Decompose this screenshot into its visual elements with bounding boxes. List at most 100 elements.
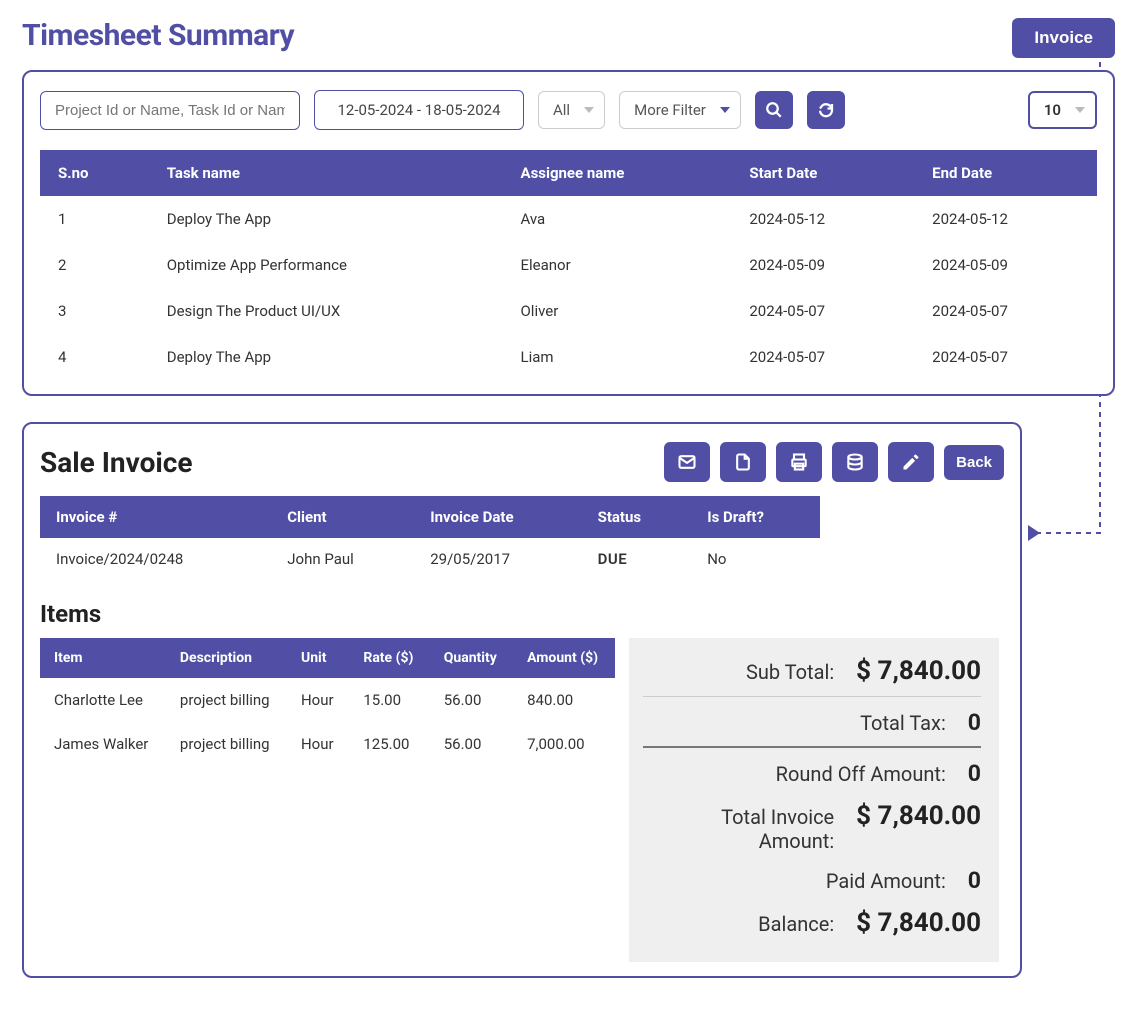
- cell-amount: 7,000.00: [513, 722, 615, 766]
- subtotal-value: $ 7,840.00: [856, 656, 981, 686]
- tax-label: Total Tax:: [643, 711, 968, 735]
- mail-icon: [677, 452, 697, 472]
- table-row[interactable]: 2Optimize App PerformanceEleanor2024-05-…: [40, 242, 1097, 288]
- invoice-draft: No: [691, 538, 820, 580]
- cell-assignee: Oliver: [502, 288, 731, 334]
- tax-value: 0: [968, 709, 981, 736]
- total-label: Total Invoice Amount:: [643, 805, 856, 853]
- cell-amount: 840.00: [513, 678, 615, 722]
- page-size-value: 10: [1044, 101, 1061, 119]
- invoice-client: John Paul: [271, 538, 414, 580]
- col-invoice-date: Invoice Date: [414, 496, 581, 538]
- cell-start: 2024-05-12: [731, 196, 914, 242]
- cell-task: Design The Product UI/UX: [149, 288, 503, 334]
- cell-task: Deploy The App: [149, 334, 503, 380]
- col-unit: Unit: [287, 638, 349, 678]
- payments-button[interactable]: [832, 442, 878, 482]
- chevron-down-icon: [1075, 107, 1085, 113]
- col-end: End Date: [914, 150, 1097, 196]
- invoice-title: Sale Invoice: [40, 446, 193, 479]
- file-button[interactable]: [720, 442, 766, 482]
- cell-end: 2024-05-07: [914, 334, 1097, 380]
- item-row: Charlotte Leeproject billingHour15.0056.…: [40, 678, 615, 722]
- chevron-down-icon: [720, 107, 730, 113]
- table-row[interactable]: 1Deploy The AppAva2024-05-122024-05-12: [40, 196, 1097, 242]
- cell-rate: 15.00: [349, 678, 429, 722]
- cell-task: Deploy The App: [149, 196, 503, 242]
- project-task-input[interactable]: [40, 91, 300, 130]
- items-title: Items: [40, 600, 1004, 628]
- total-value: $ 7,840.00: [856, 801, 981, 831]
- more-filter-select[interactable]: More Filter: [619, 91, 741, 129]
- paid-label: Paid Amount:: [643, 869, 968, 893]
- cell-task: Optimize App Performance: [149, 242, 503, 288]
- subtotal-label: Sub Total:: [643, 660, 856, 684]
- cell-end: 2024-05-12: [914, 196, 1097, 242]
- date-range-input[interactable]: 12-05-2024 - 18-05-2024: [314, 90, 524, 130]
- col-item: Item: [40, 638, 166, 678]
- cell-start: 2024-05-09: [731, 242, 914, 288]
- cell-sno: 2: [40, 242, 149, 288]
- table-row[interactable]: 3Design The Product UI/UXOliver2024-05-0…: [40, 288, 1097, 334]
- cell-desc: project billing: [166, 722, 287, 766]
- col-draft: Is Draft?: [691, 496, 820, 538]
- col-amount: Amount ($): [513, 638, 615, 678]
- cell-rate: 125.00: [349, 722, 429, 766]
- col-task: Task name: [149, 150, 503, 196]
- cell-end: 2024-05-09: [914, 242, 1097, 288]
- cell-qty: 56.00: [430, 678, 513, 722]
- print-icon: [789, 452, 809, 472]
- timesheet-table: S.no Task name Assignee name Start Date …: [40, 150, 1097, 380]
- cell-assignee: Liam: [502, 334, 731, 380]
- email-button[interactable]: [664, 442, 710, 482]
- invoice-button[interactable]: Invoice: [1012, 18, 1115, 58]
- cell-sno: 4: [40, 334, 149, 380]
- edit-button[interactable]: [888, 442, 934, 482]
- col-status: Status: [582, 496, 692, 538]
- col-assignee: Assignee name: [502, 150, 731, 196]
- invoice-header-row: Invoice/2024/0248 John Paul 29/05/2017 D…: [40, 538, 820, 580]
- col-desc: Description: [166, 638, 287, 678]
- search-button[interactable]: [755, 91, 793, 129]
- cell-start: 2024-05-07: [731, 334, 914, 380]
- refresh-button[interactable]: [807, 91, 845, 129]
- table-row[interactable]: 4Deploy The AppLiam2024-05-072024-05-07: [40, 334, 1097, 380]
- timesheet-panel: 12-05-2024 - 18-05-2024 All More Filter …: [22, 70, 1115, 396]
- cell-sno: 3: [40, 288, 149, 334]
- items-table: Item Description Unit Rate ($) Quantity …: [40, 638, 615, 766]
- pencil-icon: [901, 452, 921, 472]
- cell-assignee: Eleanor: [502, 242, 731, 288]
- cell-unit: Hour: [287, 722, 349, 766]
- cell-sno: 1: [40, 196, 149, 242]
- refresh-icon: [817, 101, 835, 119]
- paid-value: 0: [968, 867, 981, 894]
- page-title: Timesheet Summary: [22, 18, 294, 53]
- cell-item: Charlotte Lee: [40, 678, 166, 722]
- more-filter-label: More Filter: [634, 101, 706, 119]
- invoice-number: Invoice/2024/0248: [40, 538, 271, 580]
- cell-item: James Walker: [40, 722, 166, 766]
- roundoff-value: 0: [968, 760, 981, 787]
- search-icon: [765, 101, 783, 119]
- cell-desc: project billing: [166, 678, 287, 722]
- page-size-select[interactable]: 10: [1028, 91, 1097, 129]
- invoice-panel: Sale Invoice Back Invoice # Client Invo: [22, 422, 1022, 978]
- invoice-status: DUE: [582, 538, 692, 580]
- cell-end: 2024-05-07: [914, 288, 1097, 334]
- balance-label: Balance:: [643, 912, 856, 936]
- cell-unit: Hour: [287, 678, 349, 722]
- cell-start: 2024-05-07: [731, 288, 914, 334]
- col-start: Start Date: [731, 150, 914, 196]
- print-button[interactable]: [776, 442, 822, 482]
- status-select-value: All: [553, 101, 570, 119]
- roundoff-label: Round Off Amount:: [643, 762, 968, 786]
- chevron-down-icon: [584, 107, 594, 113]
- cell-assignee: Ava: [502, 196, 731, 242]
- coins-icon: [845, 452, 865, 472]
- invoice-header-table: Invoice # Client Invoice Date Status Is …: [40, 496, 820, 580]
- file-icon: [733, 452, 753, 472]
- status-select[interactable]: All: [538, 91, 605, 129]
- col-invoice-num: Invoice #: [40, 496, 271, 538]
- back-button[interactable]: Back: [944, 445, 1004, 480]
- totals-box: Sub Total: $ 7,840.00 Total Tax: 0 Round…: [629, 638, 999, 962]
